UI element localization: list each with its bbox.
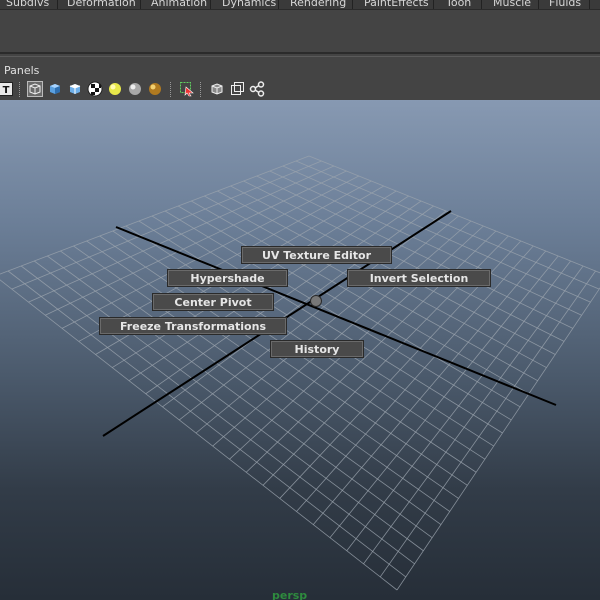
toolbar-divider [170,82,173,97]
grid-line [379,270,596,578]
toolbar-divider [19,82,22,97]
menu-muscle[interactable]: Muscle [493,0,531,9]
use-lights-icon[interactable] [147,81,163,97]
xray-joints-icon[interactable] [229,81,245,97]
perspective-viewport[interactable]: UV Texture Editor Hypershade Invert Sele… [0,100,600,600]
connection-graph-icon[interactable] [249,81,265,97]
grid-line [363,265,584,565]
all-lights-icon[interactable] [127,81,143,97]
menu-fluids[interactable]: Fluids [549,0,581,9]
text-icon[interactable]: T [0,81,14,97]
marking-menu-center [310,295,322,307]
freeze-transformations-button[interactable]: Freeze Transformations [99,317,287,335]
menu-subdivs[interactable]: Subdivs [6,0,49,9]
grid-line [269,170,582,316]
shelf-area [0,9,600,53]
toolbar-divider [200,82,203,97]
smooth-shaded-cube-icon[interactable] [67,81,83,97]
history-button[interactable]: History [270,340,364,358]
menu-separator [278,0,279,9]
menu-separator [538,0,539,9]
panels-menu[interactable]: Panels [4,64,39,77]
menu-rendering[interactable]: Rendering [290,0,346,9]
default-light-icon[interactable] [107,81,123,97]
grid-line [396,287,600,591]
panel-toolbar: T [0,79,600,100]
menu-deformation[interactable]: Deformation [67,0,136,9]
menu-separator [589,0,590,9]
menu-dynamics[interactable]: Dynamics [222,0,276,9]
invert-selection-button[interactable]: Invert Selection [347,269,491,287]
grid-line [204,195,538,382]
wireframe-cube-icon[interactable] [27,81,43,97]
menu-animation[interactable]: Animation [151,0,207,9]
shaded-cube-icon[interactable] [47,81,63,97]
grid-line [329,255,559,538]
menu-separator [433,0,434,9]
checker-texture-icon[interactable] [87,81,103,97]
menu-separator [140,0,141,9]
menu-toon[interactable]: Toon [446,0,471,9]
menu-separator [352,0,353,9]
grid-lines [0,155,600,591]
shelf-divider [0,52,600,54]
center-pivot-button[interactable]: Center Pivot [152,293,274,311]
panel-menubar: Panels [0,57,600,79]
isolate-select-icon[interactable] [179,81,195,97]
main-menubar: Subdivs Deformation Animation Dynamics R… [0,0,600,9]
menu-separator [210,0,211,9]
xray-cube-icon[interactable] [209,81,225,97]
menu-separator [57,0,58,9]
menu-separator [481,0,482,9]
svg-text:T: T [3,85,10,96]
uv-texture-editor-button[interactable]: UV Texture Editor [241,246,392,264]
camera-name-label: persp [272,589,308,600]
menu-painteffects[interactable]: PaintEffects [364,0,429,9]
hypershade-button[interactable]: Hypershade [167,269,288,287]
